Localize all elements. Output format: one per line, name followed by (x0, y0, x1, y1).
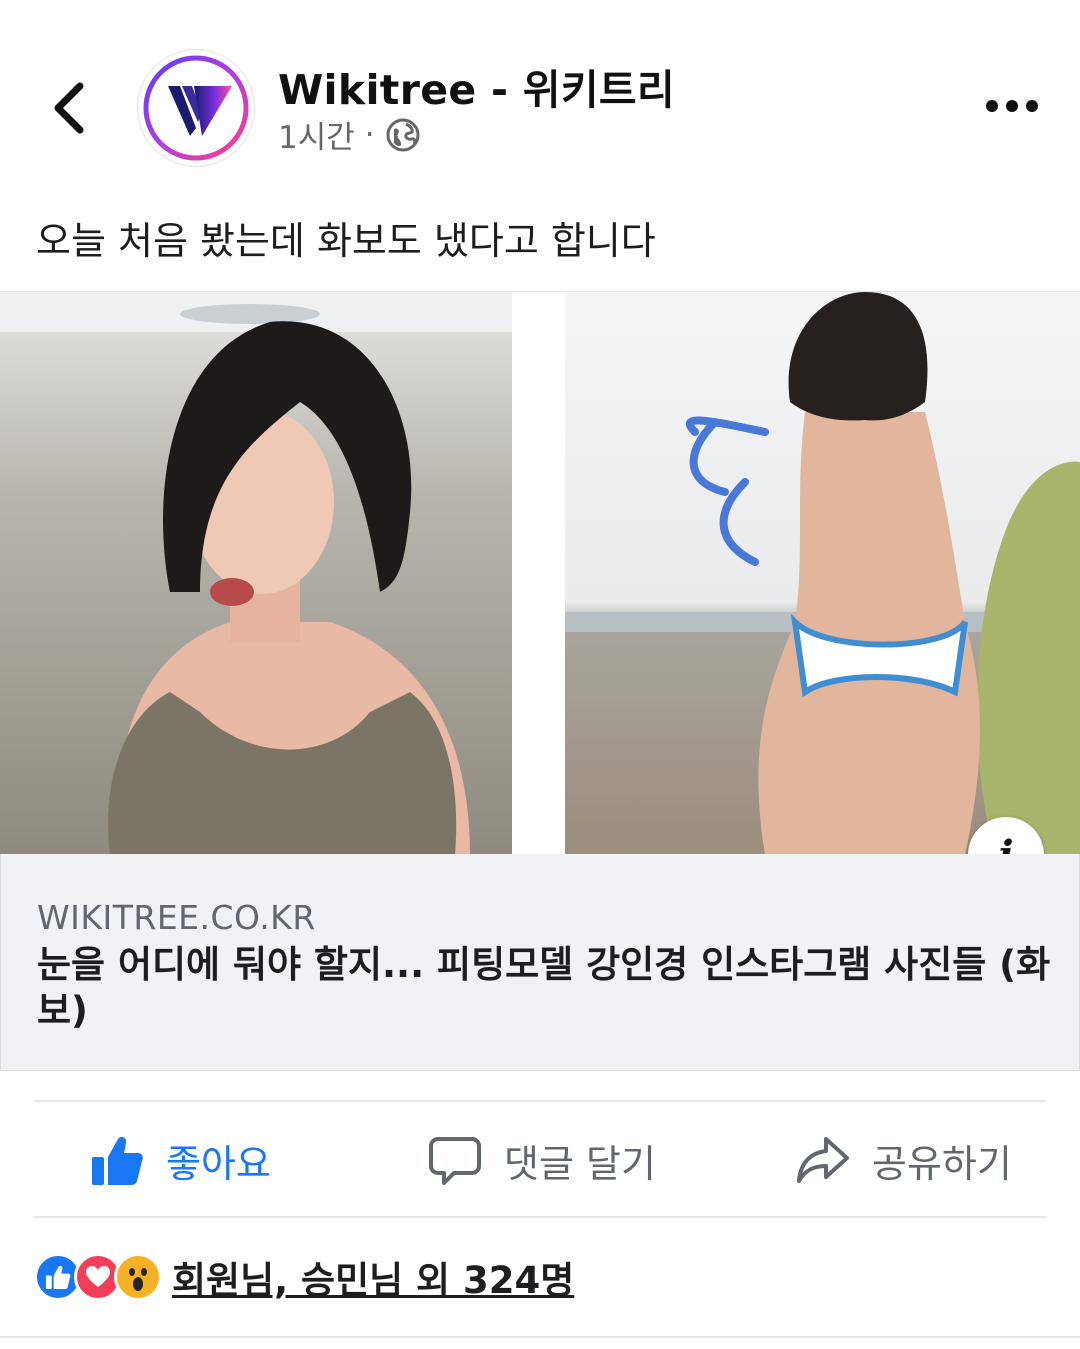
reaction-summary-text[interactable]: 회원님, 승민님 외 324명 (172, 1250, 574, 1304)
share-label: 공유하기 (872, 1141, 1012, 1186)
thumbs-up-icon (92, 1136, 143, 1185)
divider (34, 1216, 1046, 1218)
divider (34, 1100, 1046, 1102)
share-arrow-icon (797, 1137, 849, 1183)
preview-photo-right[interactable] (565, 292, 1080, 855)
link-domain: WIKITREE.CO.KR (37, 898, 316, 937)
like-label: 좋아요 (166, 1141, 271, 1186)
page-avatar[interactable] (138, 50, 254, 166)
bottom-divider (0, 1336, 1080, 1338)
chevron-left-icon (54, 82, 84, 134)
more-options-button[interactable] (984, 90, 1040, 122)
link-title[interactable]: 눈을 어디에 둬야 할지... 피팅모델 강인경 인스타그램 사진들 (화보) (37, 942, 1057, 1034)
post-meta: 1시간 · (278, 112, 421, 157)
back-button[interactable] (44, 78, 94, 138)
post-time[interactable]: 1시간 (278, 112, 355, 157)
share-button[interactable]: 공유하기 (796, 1128, 1012, 1192)
link-preview-images[interactable] (0, 291, 1080, 855)
globe-icon (386, 118, 420, 151)
comment-button[interactable]: 댓글 달기 (428, 1128, 656, 1192)
meta-separator: · (364, 116, 375, 153)
wikitree-logo (143, 55, 249, 161)
page-name[interactable]: Wikitree - 위키트리 (278, 56, 675, 116)
post-caption: 오늘 처음 봤는데 화보도 냈다고 합니다 (36, 219, 656, 263)
wow-reaction-icon (114, 1253, 162, 1301)
link-card[interactable]: WIKITREE.CO.KR 눈을 어디에 둬야 할지... 피팅모델 강인경 … (0, 854, 1080, 1071)
preview-photo-left[interactable] (0, 292, 512, 855)
like-button[interactable]: 좋아요 (90, 1128, 271, 1192)
reactions-summary[interactable]: 회원님, 승민님 외 324명 (34, 1252, 574, 1302)
comment-bubble-icon (429, 1137, 481, 1185)
more-dots-icon (986, 100, 1038, 112)
beach-bikini-image (565, 292, 1080, 855)
comment-label: 댓글 달기 (504, 1141, 656, 1186)
beach-portrait-image (0, 292, 512, 855)
